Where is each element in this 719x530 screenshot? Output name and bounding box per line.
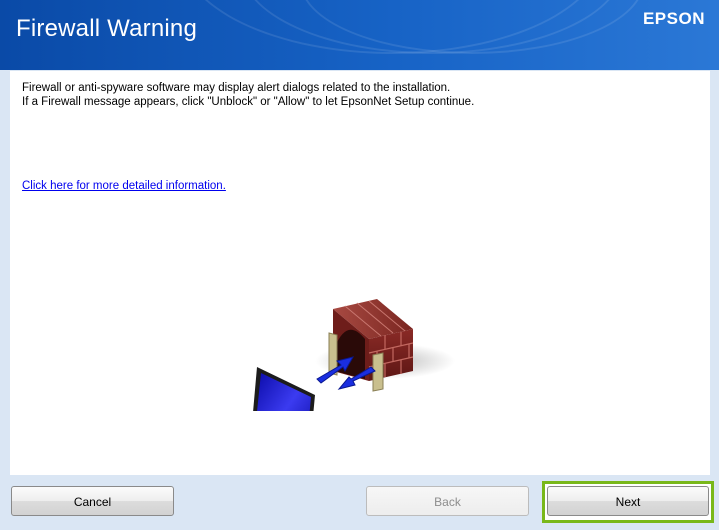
window-title: Firewall Warning [16, 15, 198, 42]
laptop-icon [253, 367, 315, 411]
firewall-illustration [253, 299, 455, 411]
message-line-1: Firewall or anti-spyware software may di… [22, 82, 451, 94]
epson-logo: EPSON [642, 9, 705, 28]
content-panel: Firewall or anti-spyware software may di… [10, 71, 710, 475]
header-banner: Firewall Warning EPSON [0, 0, 719, 70]
cancel-button[interactable]: Cancel [11, 486, 174, 516]
back-button[interactable]: Back [366, 486, 529, 516]
message-line-2: If a Firewall message appears, click "Un… [22, 96, 475, 108]
more-info-link[interactable]: Click here for more detailed information… [22, 180, 226, 192]
next-button[interactable]: Next [547, 486, 709, 516]
